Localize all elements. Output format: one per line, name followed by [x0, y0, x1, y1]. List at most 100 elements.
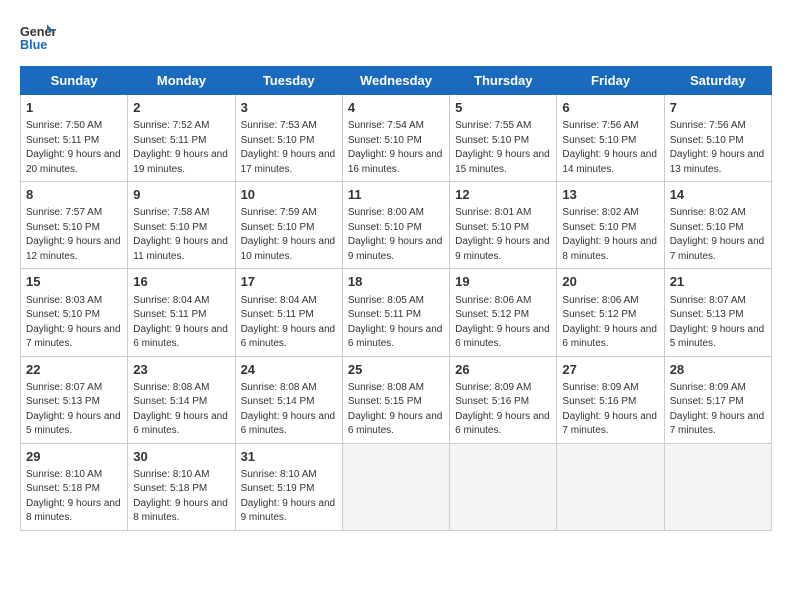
- day-info: Sunrise: 7:58 AMSunset: 5:10 PMDaylight:…: [133, 206, 229, 264]
- day-cell: 10 Sunrise: 7:59 AMSunset: 5:10 PMDayligh…: [235, 182, 342, 269]
- header-sunday: Sunday: [21, 67, 128, 95]
- day-number: 12: [455, 186, 551, 204]
- day-number: 8: [26, 186, 122, 204]
- header-monday: Monday: [128, 67, 235, 95]
- day-info: Sunrise: 7:54 AMSunset: 5:10 PMDaylight:…: [348, 119, 444, 177]
- day-cell: 19Sunrise: 8:06 AMSunset: 5:12 PMDayligh…: [450, 269, 557, 356]
- day-info: Sunrise: 8:08 AMSunset: 5:15 PMDaylight:…: [348, 381, 444, 439]
- day-number: 28: [670, 361, 766, 379]
- day-number: 18: [348, 273, 444, 291]
- day-number: 16: [133, 273, 229, 291]
- svg-text:Blue: Blue: [20, 38, 47, 52]
- day-cell: 18 Sunrise: 8:05 AMSunset: 5:11 PMDayligh…: [342, 269, 449, 356]
- week-row-2: 8 Sunrise: 7:57 AMSunset: 5:10 PMDaylight…: [21, 182, 772, 269]
- day-info: Sunrise: 7:56 AMSunset: 5:10 PMDaylight:…: [562, 119, 658, 177]
- day-cell: 8 Sunrise: 7:57 AMSunset: 5:10 PMDaylight…: [21, 182, 128, 269]
- logo-icon: General Blue: [20, 20, 56, 56]
- day-number: 15: [26, 273, 122, 291]
- header-row: SundayMondayTuesdayWednesdayThursdayFrid…: [21, 67, 772, 95]
- day-number: 6: [562, 99, 658, 117]
- day-info: Sunrise: 8:01 AMSunset: 5:10 PMDaylight:…: [455, 206, 551, 264]
- day-number: 21: [670, 273, 766, 291]
- day-info: Sunrise: 7:52 AMSunset: 5:11 PMDaylight:…: [133, 119, 229, 177]
- day-number: 22: [26, 361, 122, 379]
- day-cell: 29 Sunrise: 8:10 AMSunset: 5:18 PMDayligh…: [21, 443, 128, 530]
- day-info: Sunrise: 8:10 AMSunset: 5:19 PMDaylight:…: [241, 468, 337, 526]
- day-cell: 22 Sunrise: 8:07 AMSunset: 5:13 PMDayligh…: [21, 356, 128, 443]
- day-cell: 24 Sunrise: 8:08 AMSunset: 5:14 PMDayligh…: [235, 356, 342, 443]
- day-info: Sunrise: 8:08 AMSunset: 5:14 PMDaylight:…: [133, 381, 229, 439]
- day-number: 27: [562, 361, 658, 379]
- day-cell: 30 Sunrise: 8:10 AMSunset: 5:18 PMDayligh…: [128, 443, 235, 530]
- day-cell: 3 Sunrise: 7:53 AMSunset: 5:10 PMDaylight…: [235, 95, 342, 182]
- day-number: 5: [455, 99, 551, 117]
- day-number: 31: [241, 448, 337, 466]
- day-cell: [450, 443, 557, 530]
- day-info: Sunrise: 8:03 AMSunset: 5:10 PMDaylight:…: [26, 294, 122, 352]
- day-number: 3: [241, 99, 337, 117]
- day-info: Sunrise: 8:10 AMSunset: 5:18 PMDaylight:…: [133, 468, 229, 526]
- day-cell: [557, 443, 664, 530]
- day-info: Sunrise: 7:53 AMSunset: 5:10 PMDaylight:…: [241, 119, 337, 177]
- day-cell: 6 Sunrise: 7:56 AMSunset: 5:10 PMDaylight…: [557, 95, 664, 182]
- week-row-3: 15 Sunrise: 8:03 AMSunset: 5:10 PMDayligh…: [21, 269, 772, 356]
- day-number: 24: [241, 361, 337, 379]
- day-number: 10: [241, 186, 337, 204]
- header-thursday: Thursday: [450, 67, 557, 95]
- day-cell: 9 Sunrise: 7:58 AMSunset: 5:10 PMDaylight…: [128, 182, 235, 269]
- day-info: Sunrise: 8:09 AMSunset: 5:16 PMDaylight:…: [455, 381, 551, 439]
- day-info: Sunrise: 7:50 AMSunset: 5:11 PMDaylight:…: [26, 119, 122, 177]
- logo: General Blue: [20, 20, 56, 56]
- week-row-1: 1 Sunrise: 7:50 AMSunset: 5:11 PMDaylight…: [21, 95, 772, 182]
- day-info: Sunrise: 8:04 AMSunset: 5:11 PMDaylight:…: [241, 294, 337, 352]
- week-row-5: 29 Sunrise: 8:10 AMSunset: 5:18 PMDayligh…: [21, 443, 772, 530]
- day-number: 7: [670, 99, 766, 117]
- day-info: Sunrise: 8:07 AMSunset: 5:13 PMDaylight:…: [670, 294, 766, 352]
- day-number: 20: [562, 273, 658, 291]
- day-info: Sunrise: 8:04 AMSunset: 5:11 PMDaylight:…: [133, 294, 229, 352]
- day-cell: [664, 443, 771, 530]
- day-cell: 14 Sunrise: 8:02 AMSunset: 5:10 PMDayligh…: [664, 182, 771, 269]
- calendar-table: SundayMondayTuesdayWednesdayThursdayFrid…: [20, 66, 772, 531]
- header-wednesday: Wednesday: [342, 67, 449, 95]
- day-cell: 28 Sunrise: 8:09 AMSunset: 5:17 PMDayligh…: [664, 356, 771, 443]
- day-cell: 1 Sunrise: 7:50 AMSunset: 5:11 PMDaylight…: [21, 95, 128, 182]
- day-number: 14: [670, 186, 766, 204]
- day-number: 30: [133, 448, 229, 466]
- day-cell: 16 Sunrise: 8:04 AMSunset: 5:11 PMDayligh…: [128, 269, 235, 356]
- day-number: 1: [26, 99, 122, 117]
- day-number: 4: [348, 99, 444, 117]
- day-cell: 13 Sunrise: 8:02 AMSunset: 5:10 PMDayligh…: [557, 182, 664, 269]
- day-info: Sunrise: 8:10 AMSunset: 5:18 PMDaylight:…: [26, 468, 122, 526]
- week-row-4: 22 Sunrise: 8:07 AMSunset: 5:13 PMDayligh…: [21, 356, 772, 443]
- day-cell: 11 Sunrise: 8:00 AMSunset: 5:10 PMDayligh…: [342, 182, 449, 269]
- day-cell: 23Sunrise: 8:08 AMSunset: 5:14 PMDayligh…: [128, 356, 235, 443]
- day-info: Sunrise: 7:59 AMSunset: 5:10 PMDaylight:…: [241, 206, 337, 264]
- day-cell: 5 Sunrise: 7:55 AMSunset: 5:10 PMDaylight…: [450, 95, 557, 182]
- day-info: Sunrise: 8:05 AMSunset: 5:11 PMDaylight:…: [348, 294, 444, 352]
- day-number: 26: [455, 361, 551, 379]
- day-cell: 27Sunrise: 8:09 AMSunset: 5:16 PMDayligh…: [557, 356, 664, 443]
- day-info: Sunrise: 8:09 AMSunset: 5:17 PMDaylight:…: [670, 381, 766, 439]
- day-cell: 21 Sunrise: 8:07 AMSunset: 5:13 PMDayligh…: [664, 269, 771, 356]
- day-info: Sunrise: 8:06 AMSunset: 5:12 PMDaylight:…: [562, 294, 658, 352]
- header-saturday: Saturday: [664, 67, 771, 95]
- day-number: 9: [133, 186, 229, 204]
- day-info: Sunrise: 8:02 AMSunset: 5:10 PMDaylight:…: [670, 206, 766, 264]
- day-cell: 31 Sunrise: 8:10 AMSunset: 5:19 PMDayligh…: [235, 443, 342, 530]
- day-info: Sunrise: 7:57 AMSunset: 5:10 PMDaylight:…: [26, 206, 122, 264]
- day-info: Sunrise: 8:08 AMSunset: 5:14 PMDaylight:…: [241, 381, 337, 439]
- day-number: 17: [241, 273, 337, 291]
- day-cell: 17 Sunrise: 8:04 AMSunset: 5:11 PMDayligh…: [235, 269, 342, 356]
- day-info: Sunrise: 8:02 AMSunset: 5:10 PMDaylight:…: [562, 206, 658, 264]
- day-info: Sunrise: 8:07 AMSunset: 5:13 PMDaylight:…: [26, 381, 122, 439]
- day-number: 2: [133, 99, 229, 117]
- day-info: Sunrise: 8:00 AMSunset: 5:10 PMDaylight:…: [348, 206, 444, 264]
- day-info: Sunrise: 7:55 AMSunset: 5:10 PMDaylight:…: [455, 119, 551, 177]
- day-cell: 26 Sunrise: 8:09 AMSunset: 5:16 PMDayligh…: [450, 356, 557, 443]
- day-number: 29: [26, 448, 122, 466]
- day-number: 11: [348, 186, 444, 204]
- day-number: 13: [562, 186, 658, 204]
- day-number: 19: [455, 273, 551, 291]
- header-tuesday: Tuesday: [235, 67, 342, 95]
